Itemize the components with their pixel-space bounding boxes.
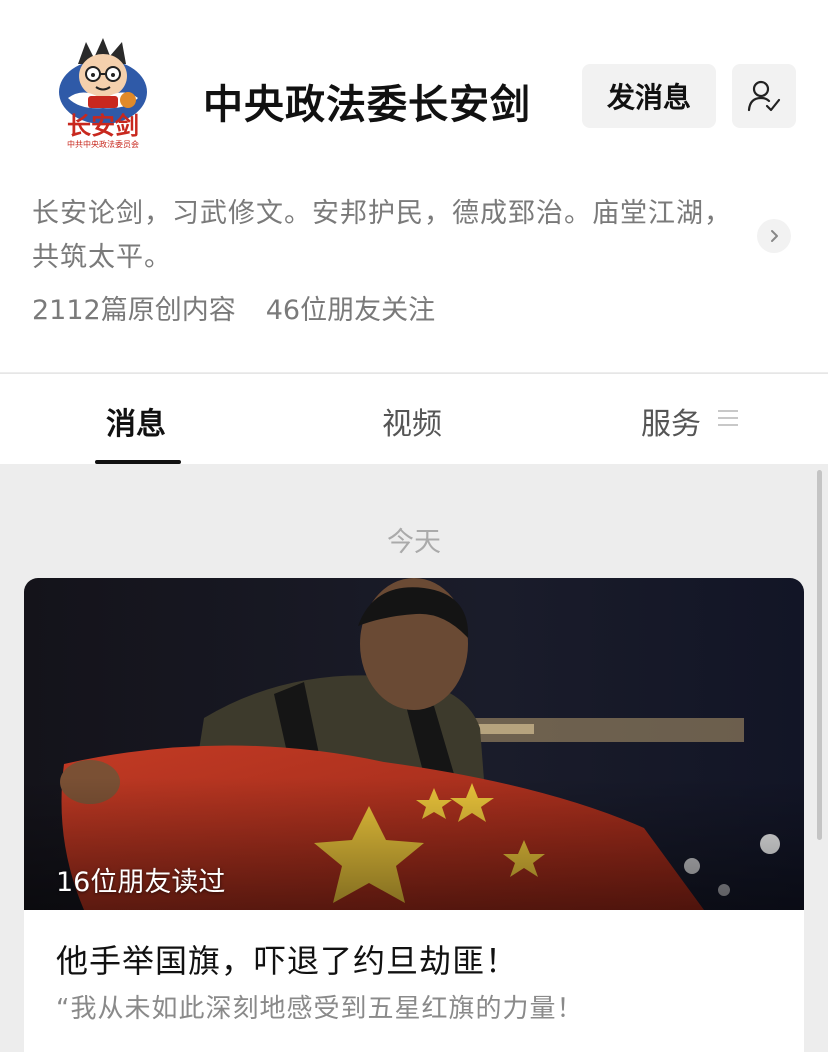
logo-subtext: 中共中央政法委员会 <box>67 139 139 149</box>
account-stats: 2112篇原创内容 46位朋友关注 <box>32 288 435 327</box>
description-expand-button[interactable] <box>757 219 791 253</box>
article-digest: “我从未如此深刻地感受到五星红旗的力量！ <box>56 994 584 1024</box>
active-tab-indicator <box>95 460 181 464</box>
chevron-right-icon <box>771 230 778 242</box>
logo-text: 长安剑 <box>67 111 139 140</box>
follow-button[interactable] <box>732 64 796 128</box>
friends-following[interactable]: 46位朋友关注 <box>266 295 435 326</box>
account-header: 长安剑 中共中央政法委员会 中央政法委长安剑 发消息 长安论剑，习武修文。安邦护… <box>0 0 828 372</box>
original-count: 2112篇原创内容 <box>32 295 236 326</box>
friends-read-count: 16位朋友读过 <box>56 867 226 898</box>
menu-icon[interactable] <box>718 409 738 427</box>
article-title[interactable]: 他手举国旗，吓退了约旦劫匪！ <box>56 936 518 982</box>
tab-bar: 消息 视频 服务 <box>0 373 828 464</box>
tab-messages[interactable]: 消息 <box>106 399 166 443</box>
person-check-icon <box>747 80 781 112</box>
send-message-button[interactable]: 发消息 <box>582 64 716 128</box>
account-description: 长安论剑，习武修文。安邦护民，德成郅治。庙堂江湖，共筑太平。 <box>32 198 732 273</box>
tab-services[interactable]: 服务 <box>641 399 701 443</box>
account-name: 中央政法委长安剑 <box>203 82 531 128</box>
account-avatar[interactable]: 长安剑 中共中央政法委员会 <box>48 34 158 152</box>
date-separator: 今天 <box>387 527 441 558</box>
scrollbar[interactable] <box>817 470 822 840</box>
article-card[interactable]: 16位朋友读过 他手举国旗，吓退了约旦劫匪！ “我从未如此深刻地感受到五星红旗的… <box>24 578 804 1052</box>
tab-videos[interactable]: 视频 <box>382 399 442 443</box>
